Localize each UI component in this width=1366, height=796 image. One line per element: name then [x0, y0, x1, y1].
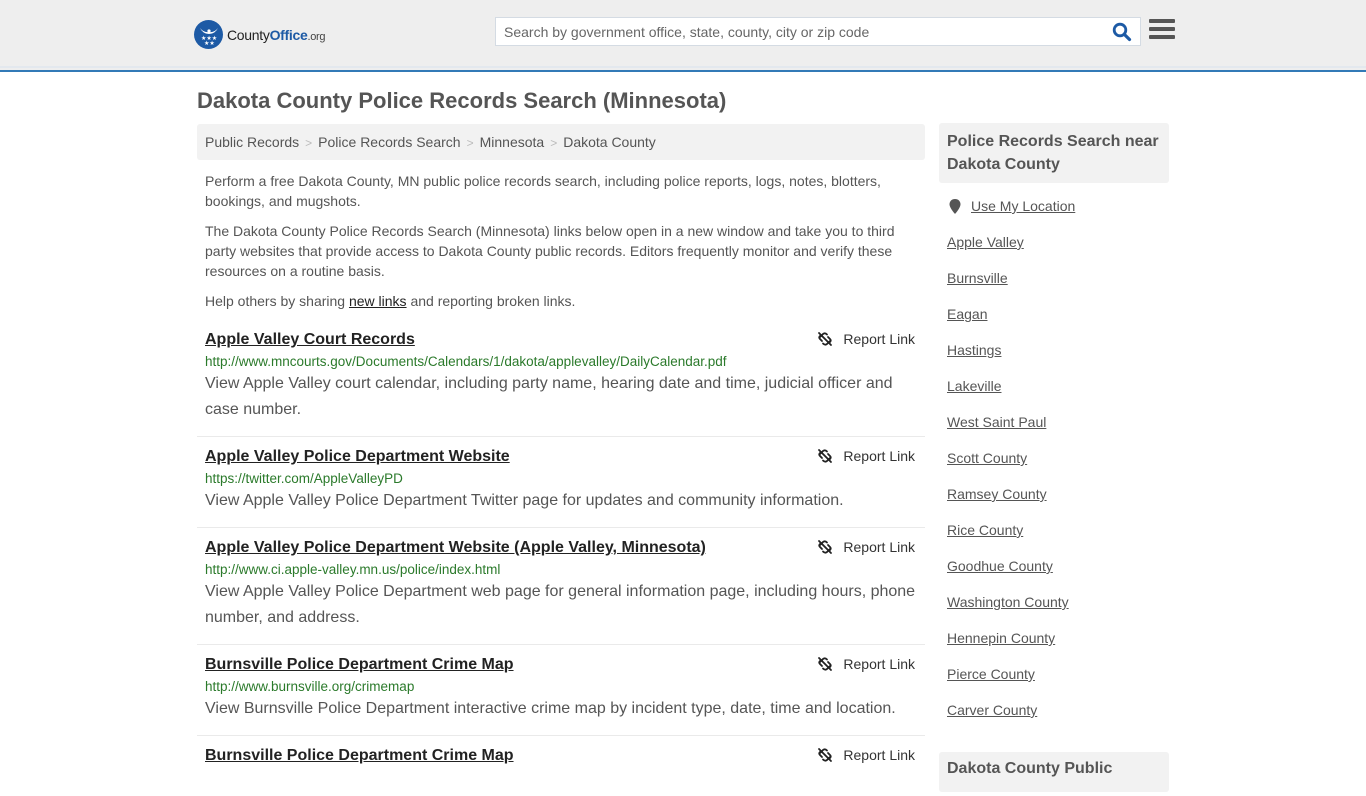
nearby-link-eagan[interactable]: Eagan — [947, 305, 1161, 341]
result-item: Burnsville Police Department Crime Map R… — [197, 736, 925, 796]
help-text: Help others by sharing — [205, 293, 349, 309]
sidebar: Police Records Search near Dakota County… — [939, 123, 1169, 737]
intro-paragraph-1: Perform a free Dakota County, MN public … — [205, 173, 881, 209]
report-link-button[interactable]: Report Link — [817, 747, 915, 763]
nearby-link-hastings[interactable]: Hastings — [947, 341, 1161, 377]
map-pin-icon — [949, 199, 961, 214]
intro-paragraph-2: The Dakota County Police Records Search … — [205, 223, 895, 279]
result-description: View Burnsville Police Department intera… — [205, 700, 896, 717]
nearby-list: Use My Location Apple Valley Burnsville … — [939, 183, 1169, 737]
nearby-link-pierce-county[interactable]: Pierce County — [947, 665, 1161, 701]
breadcrumb-separator: > — [305, 136, 313, 150]
nearby-link-west-saint-paul[interactable]: West Saint Paul — [947, 413, 1161, 449]
nearby-link-lakeville[interactable]: Lakeville — [947, 377, 1161, 413]
result-item: Burnsville Police Department Crime Map R… — [197, 645, 925, 736]
search-input[interactable] — [496, 18, 1106, 45]
report-link-label: Report Link — [843, 747, 915, 763]
nearby-link-rice-county[interactable]: Rice County — [947, 521, 1161, 557]
report-link-label: Report Link — [843, 331, 915, 347]
eagle-logo-icon: ★★★ ★★ — [194, 20, 223, 49]
breadcrumb-separator: > — [550, 136, 558, 150]
hamburger-menu-icon[interactable] — [1149, 19, 1175, 43]
result-url: http://www.mncourts.gov/Documents/Calend… — [205, 354, 727, 369]
result-item: Apple Valley Court Records Report Link h… — [197, 328, 925, 437]
report-link-label: Report Link — [843, 448, 915, 464]
results-list: Apple Valley Court Records Report Link h… — [197, 328, 925, 796]
new-links-link[interactable]: new links — [349, 293, 407, 309]
nearby-link-ramsey-county[interactable]: Ramsey County — [947, 485, 1161, 521]
breadcrumb-police-records-search[interactable]: Police Records Search — [318, 134, 460, 150]
nearby-link-washington-county[interactable]: Washington County — [947, 593, 1161, 629]
result-item: Apple Valley Police Department Website R… — [197, 437, 925, 528]
intro-text: Perform a free Dakota County, MN public … — [205, 171, 917, 321]
nearby-link-apple-valley[interactable]: Apple Valley — [947, 233, 1161, 269]
result-description: View Apple Valley Police Department Twit… — [205, 492, 844, 509]
report-link-button[interactable]: Report Link — [817, 448, 915, 464]
result-description: View Apple Valley Police Department web … — [205, 583, 916, 626]
broken-link-icon — [818, 332, 833, 346]
intro-paragraph-3: Help others by sharing new links and rep… — [205, 291, 917, 311]
report-link-button[interactable]: Report Link — [817, 539, 915, 555]
breadcrumb-minnesota[interactable]: Minnesota — [480, 134, 545, 150]
broken-link-icon — [818, 449, 833, 463]
result-title-link[interactable]: Apple Valley Court Records — [205, 328, 415, 352]
broken-link-icon — [818, 657, 833, 671]
result-title-link[interactable]: Burnsville Police Department Crime Map — [205, 653, 514, 677]
result-title-link[interactable]: Apple Valley Police Department Website — [205, 445, 510, 469]
result-url: http://www.ci.apple-valley.mn.us/police/… — [205, 562, 501, 577]
breadcrumb: Public Records > Police Records Search > Min… — [197, 124, 925, 160]
logo-link[interactable]: ★★★ ★★ CountyOffice.org — [194, 20, 326, 49]
breadcrumb-public-records[interactable]: Public Records — [205, 134, 299, 150]
result-url: https://twitter.com/AppleValleyPD — [205, 471, 403, 486]
breadcrumb-dakota-county[interactable]: Dakota County — [563, 134, 656, 150]
broken-link-icon — [818, 748, 833, 762]
use-my-location-link[interactable]: Use My Location — [947, 197, 1161, 233]
result-title-link[interactable]: Apple Valley Police Department Website (… — [205, 536, 706, 560]
report-link-button[interactable]: Report Link — [817, 656, 915, 672]
result-url: http://www.burnsville.org/crimemap — [205, 679, 415, 694]
report-link-label: Report Link — [843, 539, 915, 555]
logo-text: CountyOffice.org — [227, 26, 326, 43]
nearby-link-burnsville[interactable]: Burnsville — [947, 269, 1161, 305]
page-title: Dakota County Police Records Search (Min… — [197, 88, 727, 113]
sidebar-heading-public-records: Dakota County Public — [939, 752, 1169, 792]
use-my-location-label: Use My Location — [971, 198, 1076, 214]
breadcrumb-separator: > — [466, 136, 474, 150]
search-icon[interactable] — [1112, 22, 1134, 42]
nearby-link-carver-county[interactable]: Carver County — [947, 701, 1161, 737]
svg-text:★★: ★★ — [204, 40, 215, 45]
nearby-link-goodhue-county[interactable]: Goodhue County — [947, 557, 1161, 593]
broken-link-icon — [818, 540, 833, 554]
result-description: View Apple Valley court calendar, includ… — [205, 375, 893, 418]
nearby-link-scott-county[interactable]: Scott County — [947, 449, 1161, 485]
sidebar-heading: Police Records Search near Dakota County — [939, 123, 1169, 183]
help-text-end: and reporting broken links. — [406, 293, 576, 309]
search-box — [495, 17, 1141, 46]
site-header: ★★★ ★★ CountyOffice.org — [0, 0, 1366, 72]
report-link-label: Report Link — [843, 656, 915, 672]
nearby-link-hennepin-county[interactable]: Hennepin County — [947, 629, 1161, 665]
result-title-link[interactable]: Burnsville Police Department Crime Map — [205, 744, 514, 768]
result-item: Apple Valley Police Department Website (… — [197, 528, 925, 645]
report-link-button[interactable]: Report Link — [817, 331, 915, 347]
